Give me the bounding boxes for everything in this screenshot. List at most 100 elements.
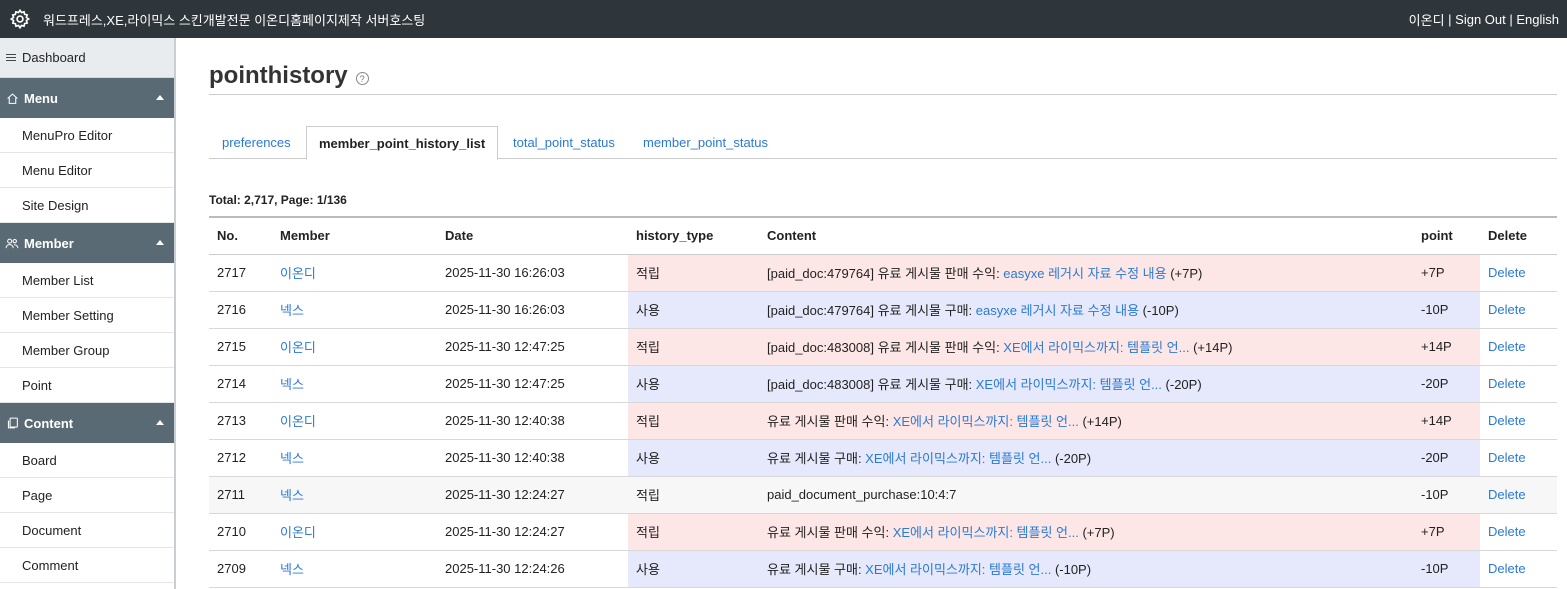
cell-date: 2025-11-30 12:40:38 — [437, 402, 628, 440]
cell-date: 2025-11-30 12:40:38 — [437, 439, 628, 477]
cell-delete: Delete — [1480, 513, 1557, 551]
list-summary: Total: 2,717, Page: 1/136 — [209, 193, 347, 207]
caret-up-icon — [156, 420, 164, 425]
member-link[interactable]: 넥스 — [280, 451, 304, 466]
delete-link[interactable]: Delete — [1488, 561, 1526, 576]
cell-point: +7P — [1413, 513, 1480, 551]
content-text: 유료 게시물 판매 수익: — [767, 525, 893, 540]
document-link[interactable]: XE에서 라이믹스까지: 템플릿 언... — [865, 451, 1051, 466]
content-suffix: (+7P) — [1166, 266, 1203, 281]
delete-link[interactable]: Delete — [1488, 413, 1526, 428]
language-link[interactable]: English — [1516, 12, 1559, 27]
delete-link[interactable]: Delete — [1488, 376, 1526, 391]
sidebar-group-menu[interactable]: Menu — [0, 78, 174, 118]
separator: | — [1505, 11, 1517, 27]
cell-date: 2025-11-30 12:47:25 — [437, 365, 628, 403]
member-link[interactable]: 이온디 — [280, 525, 316, 540]
cell-history-type: 적립 — [628, 328, 759, 366]
content-suffix: (+14P) — [1189, 340, 1233, 355]
content-suffix: (-10P) — [1139, 303, 1179, 318]
cell-history-type: 적립 — [628, 402, 759, 440]
sidebar-group-label: Member — [24, 235, 74, 251]
sidebar-item-site-design[interactable]: Site Design — [0, 188, 174, 223]
sidebar-item-board[interactable]: Board — [0, 443, 174, 478]
cell-content: [paid_doc:483008] 유료 게시물 판매 수익: XE에서 라이믹… — [759, 328, 1413, 366]
tab-preferences[interactable]: preferences — [222, 126, 291, 159]
cell-member: 넥스 — [272, 365, 437, 403]
cell-no: 2717 — [209, 254, 272, 292]
sidebar-item-member-setting[interactable]: Member Setting — [0, 298, 174, 333]
tab-total-point-status[interactable]: total_point_status — [513, 126, 615, 159]
sidebar-group-content[interactable]: Content — [0, 403, 174, 443]
sign-out-link[interactable]: Sign Out — [1455, 12, 1506, 27]
content-suffix: (+7P) — [1078, 525, 1115, 540]
col-date[interactable]: Date — [437, 216, 628, 255]
delete-link[interactable]: Delete — [1488, 339, 1526, 354]
tab-member-point-history-list[interactable]: member_point_history_list — [306, 126, 499, 160]
sidebar-item-member-group[interactable]: Member Group — [0, 333, 174, 368]
document-link[interactable]: easyxe 레거시 자료 수정 내용 — [976, 303, 1139, 318]
cell-content: [paid_doc:479764] 유료 게시물 판매 수익: easyxe 레… — [759, 254, 1413, 292]
sidebar-item-point[interactable]: Point — [0, 368, 174, 403]
member-link[interactable]: 넥스 — [280, 562, 304, 577]
cell-content: [paid_doc:483008] 유료 게시물 구매: XE에서 라이믹스까지… — [759, 365, 1413, 403]
cell-content: 유료 게시물 판매 수익: XE에서 라이믹스까지: 템플릿 언... (+14… — [759, 402, 1413, 440]
sidebar-item-page[interactable]: Page — [0, 478, 174, 513]
delete-link[interactable]: Delete — [1488, 302, 1526, 317]
sidebar-group-member[interactable]: Member — [0, 223, 174, 263]
cell-delete: Delete — [1480, 254, 1557, 292]
cell-delete: Delete — [1480, 365, 1557, 403]
page-title-text: pointhistory — [209, 62, 348, 89]
member-link[interactable]: 넥스 — [280, 303, 304, 318]
cell-content: [paid_doc:479764] 유료 게시물 구매: easyxe 레거시 … — [759, 291, 1413, 329]
cell-history-type: 적립 — [628, 254, 759, 292]
sidebar-item-comment[interactable]: Comment — [0, 548, 174, 583]
col-point[interactable]: point — [1413, 216, 1480, 255]
sidebar-item-menupro-editor[interactable]: MenuPro Editor — [0, 118, 174, 153]
document-link[interactable]: XE에서 라이믹스까지: 템플릿 언... — [893, 414, 1079, 429]
delete-link[interactable]: Delete — [1488, 265, 1526, 280]
site-title[interactable]: 워드프레스,XE,라이믹스 스킨개발전문 이온디홈페이지제작 서버호스팅 — [43, 10, 425, 29]
member-link[interactable]: 넥스 — [280, 488, 304, 503]
sidebar-dashboard[interactable]: Dashboard — [0, 38, 174, 78]
document-link[interactable]: XE에서 라이믹스까지: 템플릿 언... — [1003, 340, 1189, 355]
col-no[interactable]: No. — [209, 216, 272, 255]
document-link[interactable]: XE에서 라이믹스까지: 템플릿 언... — [976, 377, 1162, 392]
cell-date: 2025-11-30 16:26:03 — [437, 291, 628, 329]
delete-link[interactable]: Delete — [1488, 524, 1526, 539]
sidebar-item-member-list[interactable]: Member List — [0, 263, 174, 298]
menu-icon — [6, 54, 16, 61]
cell-history-type: 사용 — [628, 550, 759, 588]
cell-no: 2709 — [209, 550, 272, 588]
member-link[interactable]: 넥스 — [280, 377, 304, 392]
col-history-type[interactable]: history_type — [628, 216, 759, 255]
member-link[interactable]: 이온디 — [280, 340, 316, 355]
document-link[interactable]: XE에서 라이믹스까지: 템플릿 언... — [865, 562, 1051, 577]
content-text: [paid_doc:483008] 유료 게시물 판매 수익: — [767, 340, 1004, 355]
sidebar-item-document[interactable]: Document — [0, 513, 174, 548]
help-icon[interactable]: ? — [355, 72, 369, 85]
tab-member-point-status[interactable]: member_point_status — [643, 126, 768, 159]
cell-delete: Delete — [1480, 439, 1557, 477]
gear-icon[interactable] — [8, 7, 32, 31]
member-link[interactable]: 이온디 — [280, 414, 316, 429]
document-link[interactable]: XE에서 라이믹스까지: 템플릿 언... — [893, 525, 1079, 540]
top-bar: 워드프레스,XE,라이믹스 스킨개발전문 이온디홈페이지제작 서버호스팅 이온디… — [0, 0, 1567, 38]
user-menu: 이온디 | Sign Out | English — [1409, 0, 1559, 38]
col-member[interactable]: Member — [272, 216, 437, 255]
sidebar-item-menu-editor[interactable]: Menu Editor — [0, 153, 174, 188]
sidebar-group-label: Menu — [24, 90, 58, 106]
tab-bar: preferences member_point_history_list to… — [209, 126, 1557, 160]
member-link[interactable]: 이온디 — [280, 266, 316, 281]
home-icon — [4, 90, 20, 106]
delete-link[interactable]: Delete — [1488, 487, 1526, 502]
content-text: 유료 게시물 구매: — [767, 451, 866, 466]
col-content[interactable]: Content — [759, 216, 1413, 255]
user-name[interactable]: 이온디 — [1409, 10, 1445, 29]
document-link[interactable]: easyxe 레거시 자료 수정 내용 — [1003, 266, 1166, 281]
content-text: [paid_doc:479764] 유료 게시물 판매 수익: — [767, 266, 1004, 281]
content-suffix: (-20P) — [1161, 377, 1202, 392]
delete-link[interactable]: Delete — [1488, 450, 1526, 465]
cell-point: -20P — [1413, 439, 1480, 477]
col-delete[interactable]: Delete — [1480, 216, 1557, 255]
